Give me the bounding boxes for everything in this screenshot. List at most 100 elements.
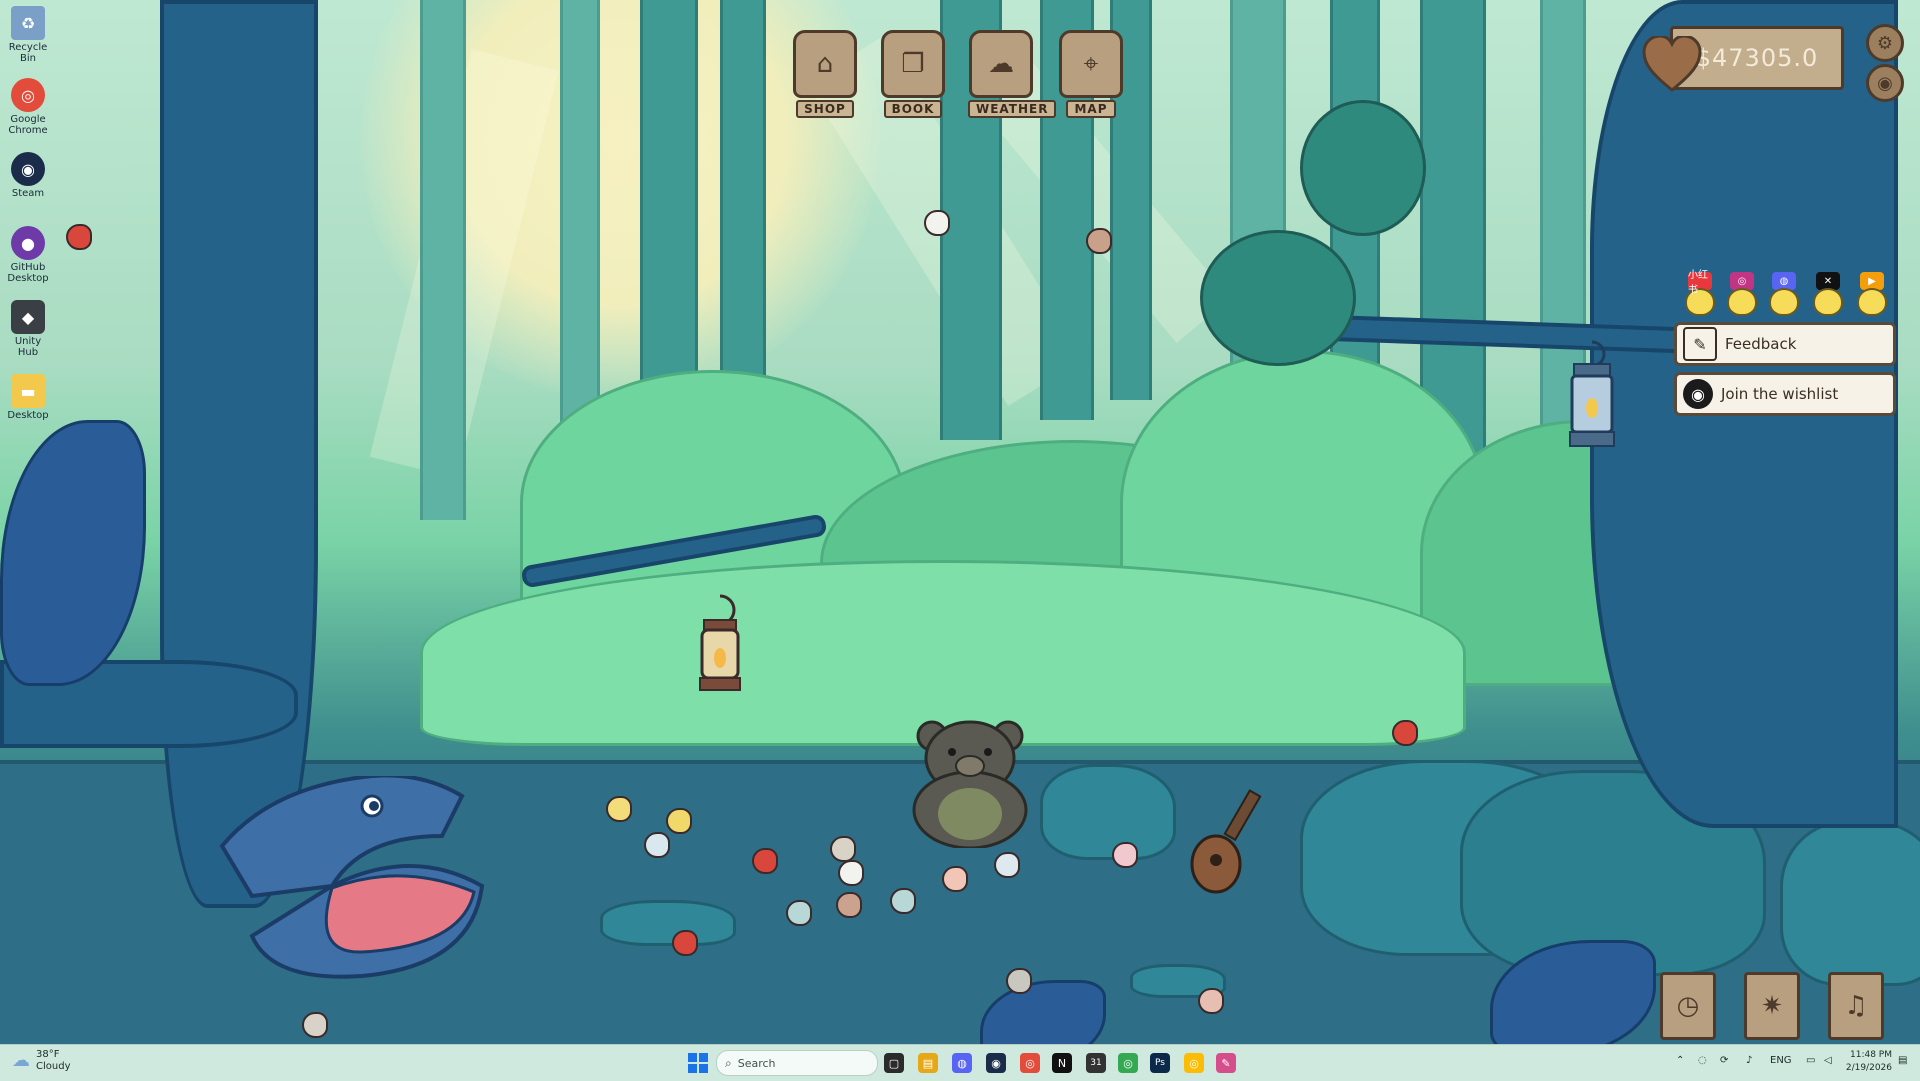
bird-pink[interactable] <box>1112 842 1138 868</box>
book-icon: ❐ <box>881 30 945 98</box>
hanging-lantern[interactable] <box>1560 340 1624 460</box>
microphone-icon[interactable]: ♪ <box>1746 1055 1752 1066</box>
bird-sparrow[interactable] <box>836 892 862 918</box>
bird-small[interactable] <box>644 832 670 858</box>
windows-start-icon[interactable] <box>688 1053 708 1073</box>
wifi-icon[interactable]: ▭ <box>1806 1055 1815 1066</box>
desktop-icon-recycle-bin[interactable]: ♻ Recycle Bin <box>4 6 52 64</box>
map-icon: ⌖ <box>1059 30 1123 98</box>
desktop-icon-steam[interactable]: ◉ Steam <box>4 152 52 199</box>
bird-cockatoo[interactable] <box>942 866 968 892</box>
eye-icon[interactable]: ◉ <box>1866 64 1904 102</box>
join-wishlist-button[interactable]: ◉ Join the wishlist <box>1674 372 1896 416</box>
rednote-icon: 小红书 <box>1688 270 1712 296</box>
desktop-icon-chrome[interactable]: ◎ Google Chrome <box>4 78 52 136</box>
sync-icon[interactable]: ⟳ <box>1720 1055 1728 1066</box>
unity-icon: ◆ <box>11 300 45 334</box>
bear-plush[interactable] <box>908 718 1032 848</box>
tree-trunk <box>1420 0 1486 460</box>
taskbar-weather-widget[interactable]: ☁ 38°F Cloudy <box>12 1049 70 1073</box>
network-icon[interactable]: ◌ <box>1698 1055 1707 1066</box>
map-button[interactable]: ⌖ MAP <box>1058 30 1124 118</box>
bird-duck[interactable] <box>302 1012 328 1038</box>
steam-icon[interactable]: ◉ <box>986 1053 1006 1073</box>
bird-budgie[interactable] <box>786 900 812 926</box>
lightbulb-icon: ✷ <box>1761 991 1783 1021</box>
social-rednote-button[interactable]: 小红书 <box>1684 270 1716 316</box>
chrome-profile-icon[interactable]: ◎ <box>1118 1053 1138 1073</box>
search-icon: ⌕ <box>725 1055 732 1070</box>
bird-cardinal[interactable] <box>752 848 778 874</box>
social-bilibili-button[interactable]: ▶ <box>1856 272 1888 316</box>
chick-icon <box>1769 288 1799 316</box>
weather-button[interactable]: ☁ WEATHER <box>968 30 1057 118</box>
feedback-button[interactable]: ✎ Feedback <box>1674 322 1896 366</box>
chrome-icon[interactable]: ◎ <box>1020 1053 1040 1073</box>
bird-sparrow[interactable] <box>1086 228 1112 254</box>
bird-dove[interactable] <box>830 836 856 862</box>
bird-small[interactable] <box>994 852 1020 878</box>
bird-budgie[interactable] <box>890 888 916 914</box>
steam-icon: ◉ <box>11 152 45 186</box>
mossy-rock <box>1780 820 1920 986</box>
compass-clock-icon: ◷ <box>1676 991 1700 1021</box>
chick-icon <box>1727 288 1757 316</box>
music-note-icon: ♫ <box>1844 991 1868 1021</box>
show-hidden-icons-chevron-icon[interactable]: ⌃ <box>1676 1055 1684 1066</box>
discord-icon[interactable]: ◍ <box>952 1053 972 1073</box>
chick-icon <box>1857 288 1887 316</box>
chrome-icon: ◎ <box>11 78 45 112</box>
task-view-icon[interactable]: ▢ <box>884 1053 904 1073</box>
settings-gear-icon[interactable]: ⚙ <box>1866 24 1904 62</box>
paint-icon[interactable]: ✎ <box>1216 1053 1236 1073</box>
bird-cardinal[interactable] <box>66 224 92 250</box>
folder-icon: ▬ <box>11 374 45 408</box>
bird-chick[interactable] <box>606 796 632 822</box>
bird-cardinal[interactable] <box>1392 720 1418 746</box>
shop-house-icon: ⌂ <box>793 30 857 98</box>
steam-icon: ◉ <box>1683 379 1713 409</box>
volume-icon[interactable]: ◁ <box>1824 1055 1832 1066</box>
notion-icon[interactable]: N <box>1052 1053 1072 1073</box>
chrome-alt-icon[interactable]: ◎ <box>1184 1053 1204 1073</box>
bird-pink[interactable] <box>1198 988 1224 1014</box>
desktop-icon-github[interactable]: ● GitHub Desktop <box>4 226 52 284</box>
desktop-icon-unity-hub[interactable]: ◆ Unity Hub <box>4 300 52 358</box>
lightbulb-button[interactable]: ✷ <box>1744 972 1800 1040</box>
bird-white[interactable] <box>924 210 950 236</box>
compass-clock-button[interactable]: ◷ <box>1660 972 1716 1040</box>
desktop-icon-desktop-folder[interactable]: ▬ Desktop <box>4 374 52 421</box>
music-button[interactable]: ♫ <box>1828 972 1884 1040</box>
bird-cardinal[interactable] <box>672 930 698 956</box>
big-tree-left <box>160 0 318 908</box>
social-discord-button[interactable]: ◍ <box>1768 272 1800 316</box>
crocodile-plush[interactable] <box>212 776 492 986</box>
social-x-button[interactable]: ✕ <box>1812 272 1844 316</box>
recycle-bin-icon: ♻ <box>11 6 45 40</box>
bird-duck[interactable] <box>1006 968 1032 994</box>
photoshop-icon[interactable]: Ps <box>1150 1053 1170 1073</box>
leaf-cluster <box>1300 100 1426 236</box>
social-instagram-button[interactable]: ◎ <box>1726 272 1758 316</box>
stepping-stone <box>600 900 736 946</box>
heart-icon <box>1642 36 1702 92</box>
ukulele[interactable] <box>1186 786 1266 896</box>
language-indicator[interactable]: ENG <box>1770 1055 1792 1066</box>
money-value: $47305.0 <box>1695 44 1819 72</box>
bird-white[interactable] <box>838 860 864 886</box>
calendar-icon[interactable]: 31 <box>1086 1053 1106 1073</box>
taskbar-clock[interactable]: 11:48 PM 2/19/2026 <box>1842 1049 1892 1075</box>
file-explorer-icon[interactable]: ▤ <box>918 1053 938 1073</box>
shop-button[interactable]: ⌂ SHOP <box>792 30 858 118</box>
big-leaf <box>0 420 146 686</box>
weather-icon: ☁ <box>969 30 1033 98</box>
github-icon: ● <box>11 226 45 260</box>
taskbar-search-box[interactable]: ⌕ Search <box>716 1050 878 1076</box>
book-button[interactable]: ❐ BOOK <box>880 30 946 118</box>
bird-chick[interactable] <box>666 808 692 834</box>
stump-rock <box>1040 764 1176 860</box>
tree-trunk <box>420 0 466 520</box>
notifications-icon[interactable]: ▤ <box>1898 1055 1907 1066</box>
oil-lantern[interactable] <box>690 592 750 702</box>
chick-icon <box>1813 288 1843 316</box>
